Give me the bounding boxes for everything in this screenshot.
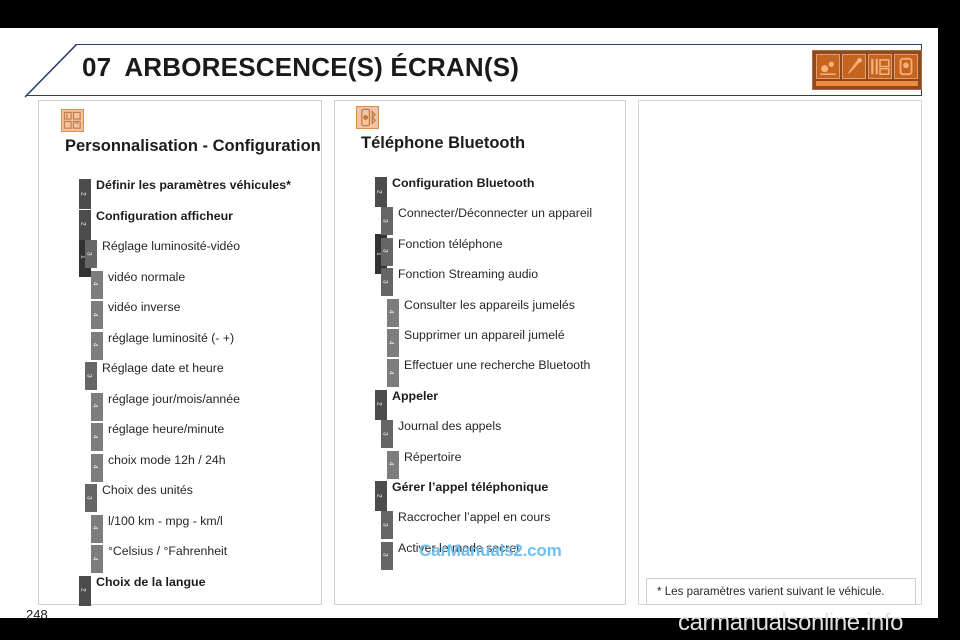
level-marker-4: 4 xyxy=(91,270,103,299)
level-marker-4: 4 xyxy=(387,359,399,388)
bluetooth-phone-icon xyxy=(356,106,379,129)
tree-item-label: Configuration Bluetooth xyxy=(392,176,535,190)
tree-item-label: Supprimer un appareil jumelé xyxy=(404,328,565,342)
level-marker-4: 4 xyxy=(91,392,103,421)
column-empty xyxy=(638,100,922,605)
level-marker-4: 4 xyxy=(91,453,103,482)
tree-item-label: Raccrocher l’appel en cours xyxy=(398,510,551,525)
level-marker-4: 4 xyxy=(387,450,399,479)
level-marker-3: 3 xyxy=(85,240,97,268)
tree-item-label: Choix des unités xyxy=(102,483,193,497)
column-telephone-bluetooth: Téléphone Bluetooth 1 2 Configuration Blu… xyxy=(334,100,626,605)
level-marker-4: 4 xyxy=(387,329,399,357)
level-marker-2: 2 xyxy=(375,177,387,207)
tree-item-label: Consulter les appareils jumelés xyxy=(404,297,575,312)
tree-item-label: Réglage date et heure xyxy=(102,361,224,375)
tree-item-label: réglage luminosité (- +) xyxy=(108,330,235,345)
tree-item-label: Journal des appels xyxy=(398,419,502,434)
level-marker-2: 2 xyxy=(375,481,387,511)
level-marker-4: 4 xyxy=(91,514,103,543)
level-marker-3: 3 xyxy=(381,420,393,449)
level-marker-4: 4 xyxy=(91,331,103,360)
tree-item-label: l/100 km - mpg - km/l xyxy=(108,513,223,528)
section-title-left: Personnalisation - Configuration xyxy=(65,137,321,155)
chapter-icon-base xyxy=(816,81,918,86)
level-marker-3: 3 xyxy=(85,362,97,390)
level-marker-4: 4 xyxy=(387,298,399,327)
tree-item-label: Réglage luminosité-vidéo xyxy=(102,239,241,253)
level-marker-2: 2 xyxy=(79,209,91,240)
level-marker-3: 3 xyxy=(85,484,97,512)
watermark-carmanuals2: CarManuals2.com xyxy=(419,541,562,560)
level-marker-3: 3 xyxy=(381,207,393,236)
column-personnalisation: Personnalisation - Configuration 1 2 Défi… xyxy=(38,100,322,606)
watermark-carmanualsonline: carmanualsonline.info xyxy=(678,609,904,636)
phone-icon xyxy=(894,54,918,79)
level-marker-2: 2 xyxy=(375,389,387,420)
tree-item-label: Configuration afficheur xyxy=(96,208,233,223)
level-marker-3: 3 xyxy=(381,268,393,297)
tree-item-label: Connecter/Déconnecter un appareil xyxy=(398,206,593,221)
tree-item-label: Appeler xyxy=(392,388,439,403)
level-marker-4: 4 xyxy=(91,423,103,451)
section-title-right: Téléphone Bluetooth xyxy=(361,134,526,152)
chapter-icon-strip xyxy=(812,50,922,90)
audio-icon xyxy=(816,54,840,79)
tree-item-label: °Celsius / °Fahrenheit xyxy=(108,544,228,558)
chapter-icon-row xyxy=(816,54,918,79)
chapter-title-text: ARBORESCENCE(S) ÉCRAN(S) xyxy=(124,52,520,82)
chapter-number: 07 xyxy=(82,52,112,82)
level-marker-3: 3 xyxy=(381,541,393,570)
controls-icon xyxy=(868,54,892,79)
tree-item-label: réglage jour/mois/année xyxy=(108,391,240,406)
footnote-box: * Les paramètres varient suivant le véhi… xyxy=(646,578,916,605)
tree-item-label: Choix de la langue xyxy=(96,574,206,589)
tree-item-label: Définir les paramètres véhicules* xyxy=(96,178,291,192)
tree-item-label: Fonction Streaming audio xyxy=(398,267,539,282)
level-marker-3: 3 xyxy=(381,511,393,540)
page-number: 248 xyxy=(26,607,48,622)
level-marker-4: 4 xyxy=(91,301,103,329)
tree-item-label: vidéo normale xyxy=(108,269,186,284)
tree-item-label: réglage heure/minute xyxy=(108,422,225,436)
tree-item-label: choix mode 12h / 24h xyxy=(108,452,226,467)
wrench-icon xyxy=(842,54,866,79)
level-marker-2: 2 xyxy=(79,179,91,209)
level-marker-4: 4 xyxy=(91,545,103,573)
level-marker-2: 2 xyxy=(79,575,91,606)
settings-panel-icon xyxy=(61,109,84,132)
tree-item-label: Fonction téléphone xyxy=(398,236,503,251)
tree-item-label: Répertoire xyxy=(404,449,462,464)
level-marker-3: 3 xyxy=(381,237,393,266)
tree-item-label: Effectuer une recherche Bluetooth xyxy=(404,358,591,373)
tree-item-label: Gérer l’appel téléphonique xyxy=(392,480,549,494)
page-title: 07 ARBORESCENCE(S) ÉCRAN(S) xyxy=(82,52,519,83)
footnote-text: * Les paramètres varient suivant le véhi… xyxy=(657,585,885,598)
tree-item-label: vidéo inverse xyxy=(108,300,181,314)
